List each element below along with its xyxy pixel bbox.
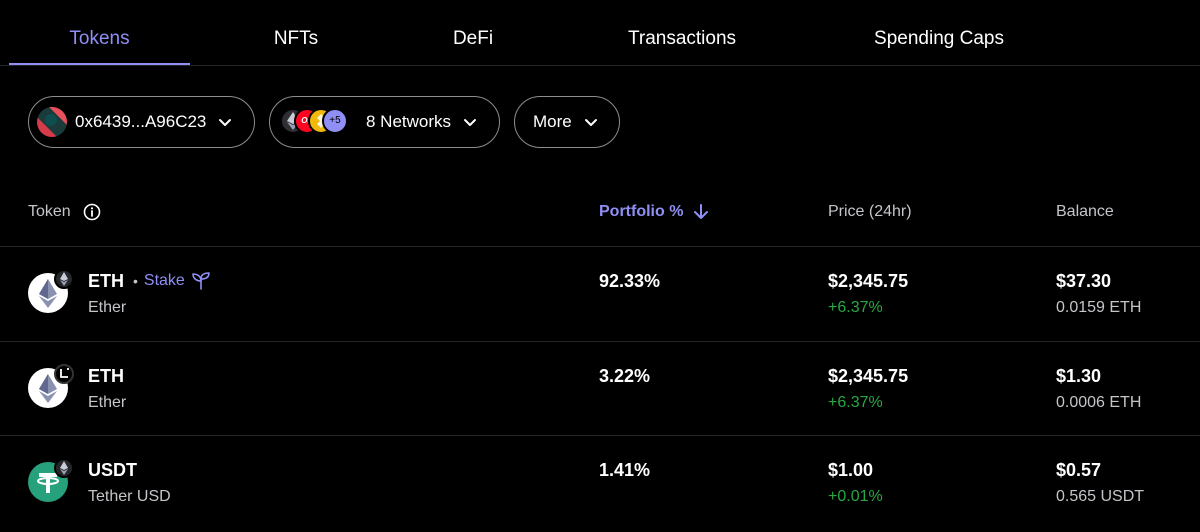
balance-usd: $37.30 [1056,271,1112,291]
portfolio-percent: 92.33% [599,271,661,291]
stake-link-group: • Stake [133,271,211,291]
linea-network-badge-icon [54,364,74,384]
chevron-down-icon [464,119,477,126]
chevron-down-icon [219,119,232,126]
chevron-down-icon [584,119,597,126]
sprout-icon [192,272,210,290]
token-name: Ether [88,394,127,411]
column-header-balance: Balance [1056,203,1114,220]
token-name: Ether [88,299,127,316]
balance-usd: $0.57 [1056,460,1102,480]
column-header-token: Token [28,203,101,221]
column-header-price: Price (24hr) [828,203,912,220]
token-price: $2,345.75 [828,366,909,386]
tab-tokens[interactable]: Tokens [9,0,190,66]
price-change: +6.37% [828,394,883,411]
balance-amount: 0.0006 ETH [1056,394,1142,411]
table-row[interactable]: ETH • Stake Ether 92.33% $2,345.75 +6.37… [0,246,1200,341]
sort-descending-arrow-icon [694,204,709,219]
tab-spending-caps[interactable]: Spending Caps [850,0,1028,66]
balance-amount: 0.565 USDT [1056,488,1145,505]
ethereum-network-badge-icon [54,269,74,289]
tab-nfts[interactable]: NFTs [236,0,356,66]
token-price: $1.00 [828,460,874,480]
price-change: +6.37% [828,299,883,316]
network-icons: OP +5 [280,108,360,136]
price-change: +0.01% [828,488,883,505]
table-row[interactable]: USDT Tether USD 1.41% $1.00 +0.01% $0.57… [0,435,1200,532]
portfolio-percent: 1.41% [599,460,651,480]
more-label: More [533,112,572,131]
ethereum-network-badge-icon [54,458,74,478]
tab-transactions[interactable]: Transactions [606,0,758,66]
token-symbol: ETH [88,366,124,386]
account-selector-button[interactable]: 0x6439...A96C23 [28,96,255,148]
separator-dot: • [133,273,138,289]
token-symbol: ETH [88,271,124,291]
token-symbol: USDT [88,460,137,480]
balance-usd: $1.30 [1056,366,1102,386]
tab-defi[interactable]: DeFi [418,0,528,66]
more-filters-button[interactable]: More [514,96,620,148]
token-price: $2,345.75 [828,271,909,291]
networks-label: 8 Networks [366,112,452,131]
portfolio-percent: 3.22% [599,366,651,386]
account-avatar-icon [37,107,67,137]
column-header-portfolio[interactable]: Portfolio % [599,203,709,221]
more-networks-badge: +5 [322,108,348,134]
tab-bar: Tokens NFTs DeFi Transactions Spending C… [0,0,1200,66]
info-icon[interactable] [83,203,101,221]
network-selector-button[interactable]: OP +5 8 Networks [269,96,500,148]
token-name: Tether USD [88,488,171,505]
account-address: 0x6439...A96C23 [75,112,207,131]
table-row[interactable]: ETH Ether 3.22% $2,345.75 +6.37% $1.30 0… [0,341,1200,435]
balance-amount: 0.0159 ETH [1056,299,1142,316]
stake-link[interactable]: Stake [144,272,185,290]
